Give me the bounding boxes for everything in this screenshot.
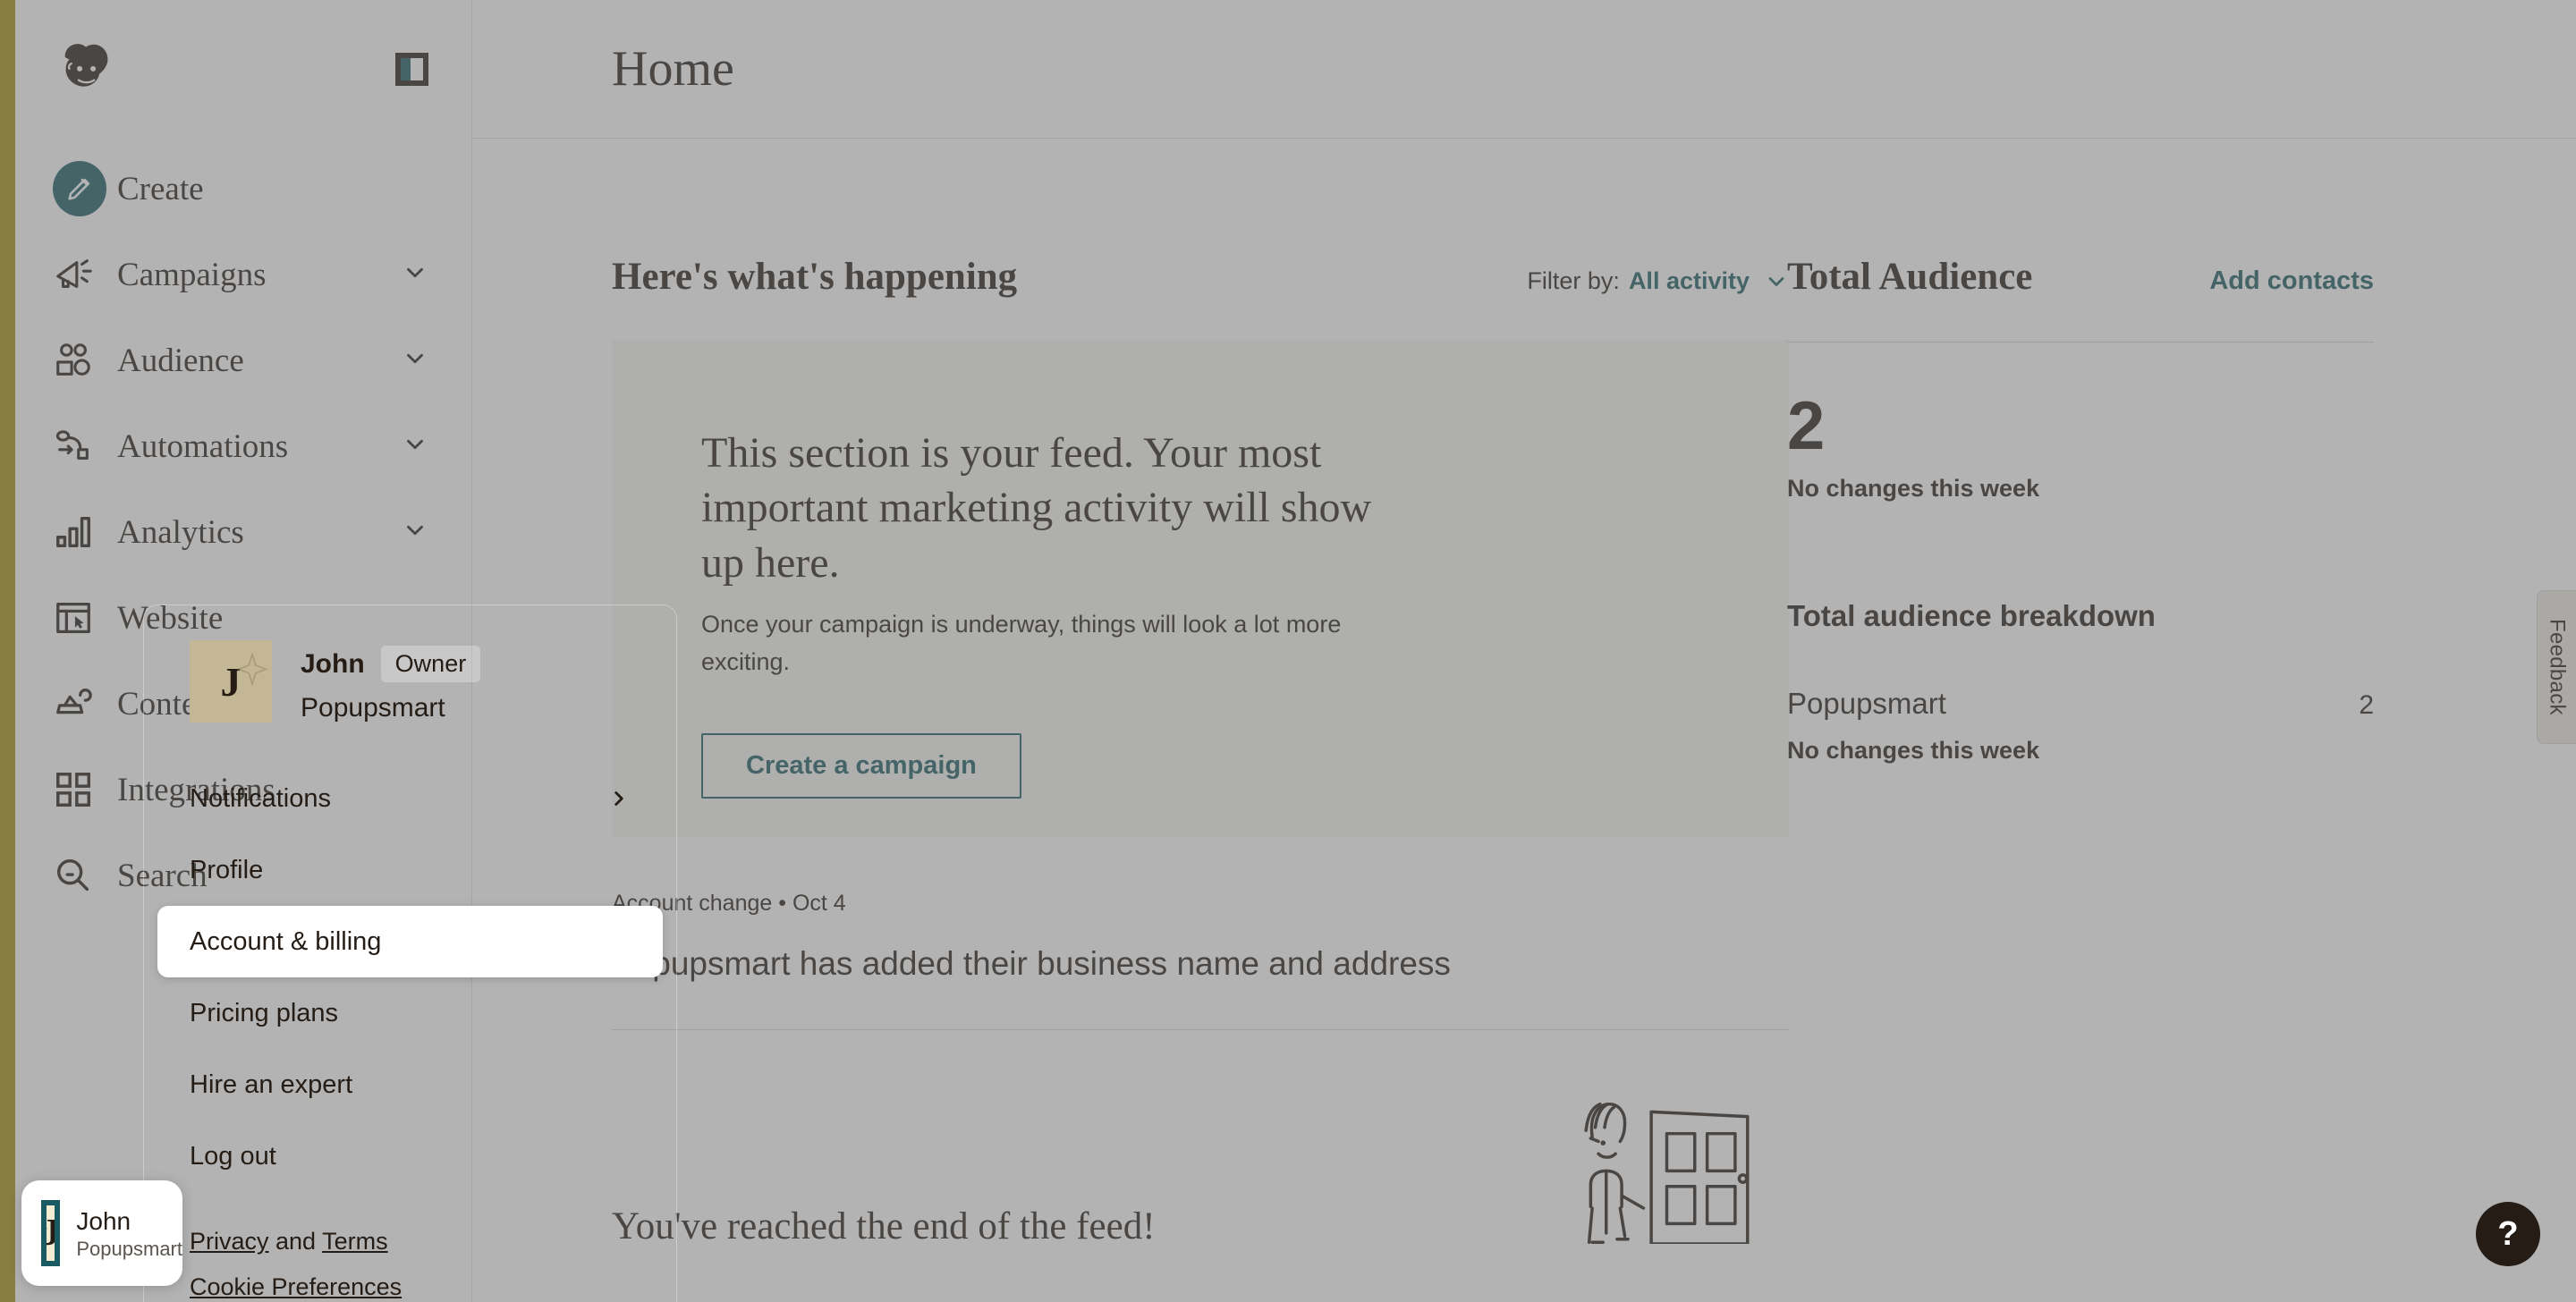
feed-section-title: Here's what's happening (612, 255, 1017, 299)
menu-item-label: Log out (190, 1142, 276, 1171)
sidebar-item-audience[interactable]: Audience (15, 317, 471, 403)
audience-breakdown-title: Total audience breakdown (1787, 599, 2374, 633)
chevron-down-icon[interactable] (402, 259, 428, 291)
brand-accent-strip (0, 0, 15, 1302)
people-icon (53, 340, 106, 381)
feed-end-section: You've reached the end of the feed! (612, 1030, 1789, 1248)
end-of-feed-illustration-icon (1538, 1096, 1789, 1248)
menu-item-log-out[interactable]: Log out (157, 1120, 663, 1192)
audience-breakdown-row: Popupsmart 2 (1787, 687, 2374, 721)
sidebar-account-name: John (76, 1205, 182, 1237)
menu-item-profile[interactable]: Profile (157, 834, 663, 906)
empty-feed-heading: This section is your feed. Your most imp… (701, 426, 1399, 590)
chevron-down-icon[interactable] (402, 431, 428, 462)
mailchimp-home-page: Create Campaigns (0, 0, 2576, 1302)
chevron-down-icon[interactable] (402, 345, 428, 376)
chevron-down-icon[interactable] (402, 517, 428, 548)
total-audience-panel: Total Audience Add contacts 2 No changes… (1787, 139, 2467, 1248)
avatar: J (41, 1200, 60, 1266)
audience-count: 2 (1787, 393, 2374, 461)
sidebar-item-label: Audience (117, 342, 244, 380)
sparkle-icon (41, 1214, 51, 1245)
menu-item-pricing-plans[interactable]: Pricing plans (157, 977, 663, 1049)
filter-value: All activity (1629, 267, 1750, 295)
account-user-info: John Owner Popupsmart (301, 640, 480, 723)
add-contacts-link[interactable]: Add contacts (2209, 266, 2374, 296)
account-role-badge: Owner (381, 646, 481, 682)
audience-row-name: Popupsmart (1787, 687, 1946, 721)
cookie-preferences-link[interactable]: Cookie Preferences (190, 1273, 402, 1300)
account-menu-items: Notifications Profile Account & billing … (143, 763, 677, 1192)
sidebar-account-button[interactable]: J John Popupsmart (21, 1180, 182, 1286)
page-title: Home (612, 40, 734, 97)
audience-header: Total Audience Add contacts (1787, 255, 2374, 299)
sidebar-item-label: Analytics (117, 513, 244, 552)
menu-item-notifications[interactable]: Notifications (157, 763, 663, 834)
sidebar-account-text: John Popupsmart (76, 1205, 182, 1262)
audience-row-subtext: No changes this week (1787, 737, 2374, 765)
account-user-summary: J John Owner Popupsmart (143, 604, 677, 723)
help-button[interactable]: ? (2476, 1202, 2540, 1266)
sidebar-item-label: Create (117, 170, 204, 208)
pencil-icon (53, 161, 106, 216)
account-org-name: Popupsmart (301, 693, 480, 723)
sparkle-icon (234, 653, 270, 689)
sidebar-item-campaigns[interactable]: Campaigns (15, 232, 471, 317)
sidebar-item-label: Campaigns (117, 256, 266, 294)
menu-item-label: Notifications (190, 784, 331, 814)
flow-icon (53, 426, 106, 467)
empty-feed-body: Once your campaign is underway, things w… (701, 606, 1381, 681)
menu-item-label: Profile (190, 856, 263, 885)
empty-feed-card: This section is your feed. Your most imp… (612, 340, 1789, 837)
audience-count-subtext: No changes this week (1787, 475, 2374, 503)
privacy-link[interactable]: Privacy (190, 1228, 269, 1255)
grid-icon (53, 769, 106, 810)
page-header: Home (472, 0, 2576, 139)
sidebar-item-label: Automations (117, 427, 288, 466)
account-user-name: John (301, 649, 365, 680)
audience-title: Total Audience (1787, 255, 2032, 299)
account-menu-legal: Privacy and Terms Cookie Preferences (143, 1219, 677, 1302)
legal-conjunction: and (269, 1228, 323, 1255)
sidebar-item-create[interactable]: Create (15, 146, 471, 232)
sidebar-header (15, 0, 471, 139)
feed-item-title: Popupsmart has added their business name… (612, 945, 1789, 983)
create-campaign-button[interactable]: Create a campaign (701, 733, 1021, 799)
sidebar-account-org: Popupsmart (76, 1237, 182, 1262)
feed-end-text: You've reached the end of the feed! (612, 1205, 1156, 1248)
chevron-down-icon (1764, 269, 1789, 294)
feed-item-meta: Account change • Oct 4 (612, 891, 1789, 917)
freddie-logo-icon[interactable] (53, 37, 119, 103)
menu-item-label: Pricing plans (190, 999, 338, 1028)
main-content: Home Here's what's happening Filter by: … (472, 0, 2576, 1302)
bar-chart-icon (53, 512, 106, 553)
sidebar-item-analytics[interactable]: Analytics (15, 489, 471, 575)
menu-item-hire-an-expert[interactable]: Hire an expert (157, 1049, 663, 1120)
search-icon (53, 855, 106, 896)
filter-label: Filter by: (1527, 267, 1620, 295)
menu-item-label: Account & billing (190, 927, 381, 957)
audience-row-value: 2 (2359, 690, 2374, 721)
avatar: J (190, 640, 272, 723)
chevron-right-icon (607, 787, 631, 810)
menu-item-account-billing[interactable]: Account & billing (157, 906, 663, 977)
feedback-tab[interactable]: Feedback (2537, 590, 2576, 744)
account-dropdown-menu: J John Owner Popupsmart Notifications (143, 604, 677, 1302)
question-mark-icon: ? (2497, 1215, 2518, 1254)
feed-activity-item[interactable]: Account change • Oct 4 Popupsmart has ad… (612, 837, 1789, 1030)
megaphone-icon (53, 254, 106, 295)
content-icon (53, 683, 106, 724)
terms-link[interactable]: Terms (322, 1228, 388, 1255)
window-cursor-icon (53, 597, 106, 638)
sidebar-item-automations[interactable]: Automations (15, 403, 471, 489)
feed-header: Here's what's happening Filter by: All a… (612, 255, 1789, 299)
feed-filter[interactable]: Filter by: All activity (1527, 267, 1789, 295)
feedback-tab-label: Feedback (2545, 619, 2570, 715)
menu-item-label: Hire an expert (190, 1070, 352, 1100)
home-columns: Here's what's happening Filter by: All a… (472, 139, 2576, 1248)
sidebar-collapse-toggle-icon[interactable] (395, 53, 428, 86)
